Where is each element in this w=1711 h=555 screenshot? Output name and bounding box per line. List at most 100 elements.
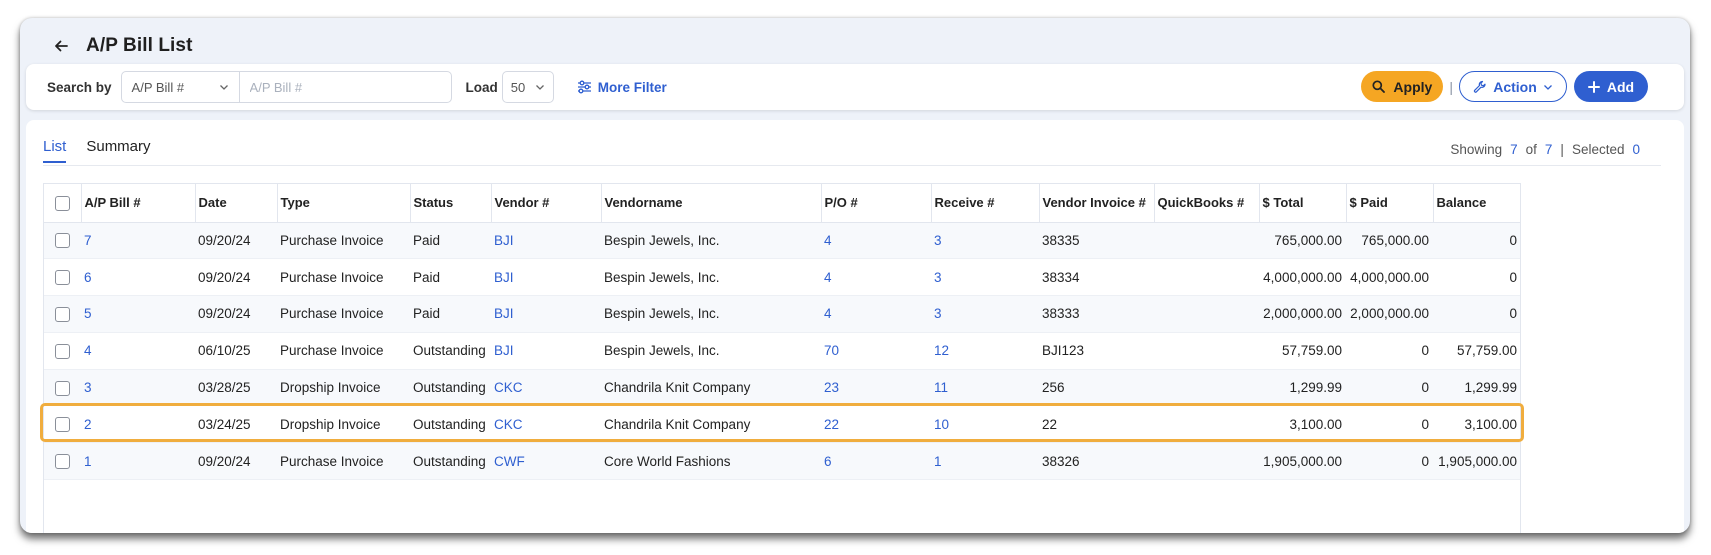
po-link[interactable]: 4 (824, 233, 832, 248)
load-select[interactable]: 50 (501, 71, 554, 103)
cell-date: 09/20/24 (195, 222, 277, 260)
bill-link[interactable]: 5 (84, 306, 92, 321)
receive-link[interactable]: 12 (934, 343, 949, 358)
table-body: 7 09/20/24 Purchase Invoice Paid BJI Bespin J… (44, 222, 1520, 481)
table-row[interactable]: 2 03/24/25 Dropship Invoice Outstanding CKC C… (44, 405, 1520, 444)
column-header[interactable]: $ Total (1259, 184, 1347, 223)
cell-quickbooks (1154, 405, 1259, 444)
cell-receive: 3 (931, 295, 1039, 333)
cell-status: Outstanding (410, 442, 491, 481)
receive-link[interactable]: 1 (934, 454, 942, 469)
add-button[interactable]: Add (1574, 71, 1648, 102)
column-header[interactable]: P/O # (821, 184, 932, 223)
column-header[interactable]: Receive # (931, 184, 1040, 223)
apply-button[interactable]: Apply (1361, 71, 1444, 102)
po-link[interactable]: 70 (824, 343, 839, 358)
chevron-down-icon (1543, 84, 1552, 90)
row-checkbox[interactable] (55, 454, 70, 470)
cell-total: 765,000.00 (1259, 222, 1346, 260)
title-bar: A/P Bill List (50, 30, 193, 62)
row-checkbox[interactable] (55, 306, 70, 322)
vendor-link[interactable]: BJI (494, 233, 514, 248)
cell-po: 4 (821, 258, 931, 297)
po-link[interactable]: 4 (824, 306, 832, 321)
row-checkbox[interactable] (55, 343, 70, 359)
cell-quickbooks (1154, 369, 1259, 407)
cell-date: 03/28/25 (195, 369, 277, 407)
bill-link[interactable]: 1 (84, 454, 92, 469)
table-row[interactable]: 5 09/20/24 Purchase Invoice Paid BJI Bespin J… (44, 295, 1520, 333)
column-header[interactable]: QuickBooks # (1154, 184, 1260, 223)
table-row[interactable]: 7 09/20/24 Purchase Invoice Paid BJI Bespin J… (44, 222, 1520, 260)
bill-table: A/P Bill # Date Type Status Vendor # Ven… (43, 183, 1521, 533)
table-row[interactable]: 6 09/20/24 Purchase Invoice Paid BJI Bespin J… (44, 258, 1520, 297)
row-checkbox[interactable] (55, 417, 70, 433)
search-input[interactable] (239, 71, 452, 103)
vendor-link[interactable]: CKC (494, 380, 523, 395)
bill-link[interactable]: 7 (84, 233, 92, 248)
po-link[interactable]: 23 (824, 380, 839, 395)
bill-link[interactable]: 3 (84, 380, 92, 395)
po-link[interactable]: 4 (824, 270, 832, 285)
cell-date: 09/20/24 (195, 258, 277, 297)
filter-sliders-icon (577, 80, 591, 94)
table-row[interactable]: 1 09/20/24 Purchase Invoice Outstanding CWF C… (44, 442, 1520, 481)
cell-type: Purchase Invoice (277, 295, 410, 333)
receive-link[interactable]: 11 (934, 380, 948, 395)
bill-link[interactable]: 2 (84, 417, 92, 432)
table-row[interactable]: 4 06/10/25 Purchase Invoice Outstanding BJI B… (44, 332, 1520, 370)
cell-bill: 7 (81, 222, 195, 260)
column-header[interactable]: A/P Bill # (81, 184, 196, 223)
column-header[interactable]: Type (277, 184, 411, 223)
column-header[interactable]: Status (410, 184, 492, 223)
cell-total: 3,100.00 (1259, 405, 1346, 444)
search-field-select[interactable]: A/P Bill # (120, 71, 240, 103)
cell-balance: 1,299.99 (1433, 369, 1520, 407)
column-header[interactable]: Vendor # (491, 184, 602, 223)
vendor-link[interactable]: BJI (494, 343, 514, 358)
table-row[interactable]: 3 03/28/25 Dropship Invoice Outstanding CKC C… (44, 369, 1520, 407)
tab-list[interactable]: List (43, 138, 67, 163)
select-all-checkbox[interactable] (55, 195, 70, 211)
wrench-icon (1474, 80, 1486, 93)
row-checkbox[interactable] (55, 270, 70, 286)
cell-status: Paid (410, 295, 491, 333)
vendor-link[interactable]: CWF (494, 454, 525, 469)
cell-po: 4 (821, 295, 931, 333)
receive-link[interactable]: 3 (934, 233, 942, 248)
po-link[interactable]: 6 (824, 454, 832, 469)
cell-status: Paid (410, 258, 491, 297)
cell-vendor: BJI (491, 332, 601, 370)
column-header[interactable]: $ Paid (1346, 184, 1434, 223)
cell-bill: 2 (81, 405, 195, 444)
vendor-link[interactable]: BJI (494, 306, 514, 321)
receive-link[interactable]: 10 (934, 417, 949, 432)
cell-vendorname: Bespin Jewels, Inc. (601, 258, 821, 297)
vendor-link[interactable]: BJI (494, 270, 514, 285)
row-checkbox[interactable] (55, 380, 70, 396)
receive-link[interactable]: 3 (934, 270, 942, 285)
column-header[interactable]: Vendor Invoice # (1039, 184, 1155, 223)
vendor-link[interactable]: CKC (494, 417, 523, 432)
receive-link[interactable]: 3 (934, 306, 942, 321)
cell-receive: 10 (931, 405, 1039, 444)
cell-quickbooks (1154, 332, 1259, 370)
column-header[interactable]: Vendorname (601, 184, 822, 223)
action-button[interactable]: Action (1459, 71, 1567, 102)
column-header[interactable]: Balance (1433, 184, 1520, 223)
action-label: Action (1493, 78, 1537, 95)
cell-total: 57,759.00 (1259, 332, 1346, 370)
more-filter-button[interactable]: More Filter (577, 80, 667, 95)
row-select-cell (44, 405, 81, 444)
po-link[interactable]: 22 (824, 417, 839, 432)
back-arrow-icon[interactable] (50, 35, 72, 57)
cell-vendor-invoice: 38334 (1039, 258, 1154, 297)
bill-link[interactable]: 6 (84, 270, 92, 285)
cell-status: Outstanding (410, 405, 491, 444)
tab-bar: List Summary (43, 138, 171, 163)
column-header[interactable]: Date (195, 184, 278, 223)
bill-link[interactable]: 4 (84, 343, 92, 358)
row-checkbox[interactable] (55, 233, 70, 249)
tab-summary[interactable]: Summary (86, 138, 150, 163)
cell-type: Dropship Invoice (277, 405, 410, 444)
